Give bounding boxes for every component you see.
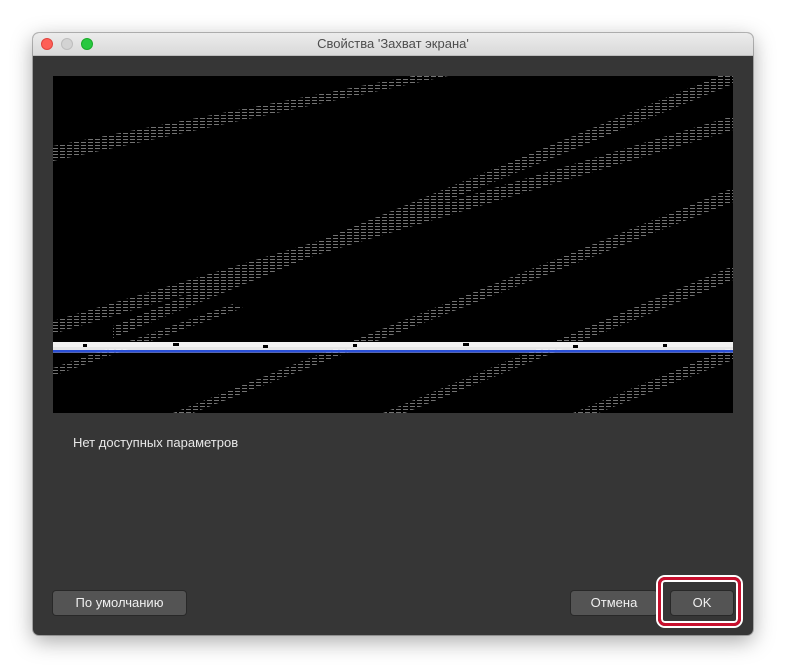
title-bar[interactable]: Свойства 'Захват экрана' <box>33 33 753 56</box>
properties-dialog: Свойства 'Захват экрана' Нет доступных п… <box>33 33 753 635</box>
defaults-button[interactable]: По умолчанию <box>53 591 186 615</box>
cancel-button[interactable]: Отмена <box>571 591 657 615</box>
ok-button[interactable]: OK <box>671 591 733 615</box>
window-title: Свойства 'Захват экрана' <box>317 36 469 51</box>
screen-capture-preview <box>53 76 733 413</box>
no-parameters-message: Нет доступных параметров <box>73 435 239 450</box>
preview-glitch-image <box>53 76 733 413</box>
